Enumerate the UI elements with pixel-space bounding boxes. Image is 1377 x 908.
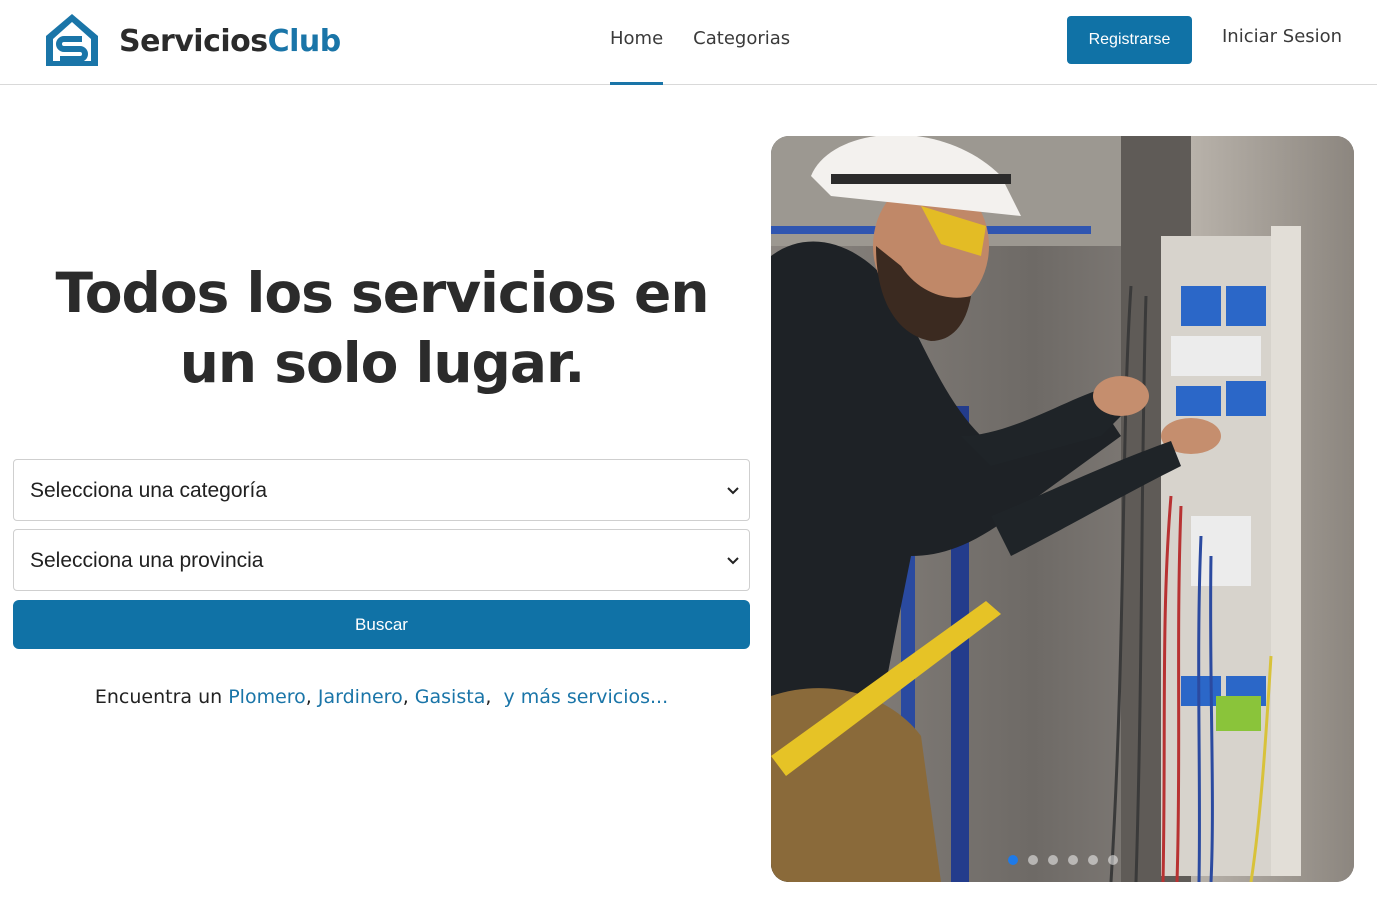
login-link[interactable]: Iniciar Sesion [1222,26,1342,47]
register-button[interactable]: Registrarse [1067,16,1192,64]
chevron-down-icon [727,557,739,565]
hero-title: Todos los servicios en un solo lugar. [55,261,709,395]
category-select-value: Selecciona una categoría [30,479,267,502]
find-prefix: Encuentra un [94,686,223,708]
link-gasista[interactable]: Gasista [415,686,486,708]
find-services-line: Encuentra un Plomero, Jardinero, Gasista… [94,686,669,708]
electrician-photo [771,136,1354,882]
nav-home[interactable]: Home [610,0,664,85]
brand-name: ServiciosClub [119,24,341,59]
brand-name-part1: Servicios [119,23,268,59]
carousel-dot-5[interactable] [1088,855,1098,865]
chevron-down-icon [727,487,739,495]
carousel-dot-1[interactable] [1008,855,1018,865]
category-select[interactable]: Selecciona una categoría [13,459,750,521]
brand-name-part2: Club [267,23,342,59]
link-jardinero[interactable]: Jardinero [318,686,403,708]
main-nav: Home Categorias [610,0,820,85]
nav-categorias[interactable]: Categorias [693,0,790,85]
province-select-value: Selecciona una provincia [30,549,264,572]
carousel-dot-6[interactable] [1108,855,1118,865]
top-navbar: ServiciosClub Home Categorias Registrars… [0,0,1377,85]
province-select[interactable]: Selecciona una provincia [13,529,750,591]
link-plomero[interactable]: Plomero [228,686,306,708]
link-more-services[interactable]: y más servicios... [503,686,668,708]
carousel-dot-4[interactable] [1068,855,1078,865]
house-s-logo-icon [46,14,98,66]
carousel-indicators [1008,855,1128,865]
carousel-dot-3[interactable] [1048,855,1058,865]
search-button[interactable]: Buscar [13,600,750,649]
carousel-dot-2[interactable] [1028,855,1038,865]
brand-logo[interactable]: ServiciosClub [42,12,341,70]
hero-carousel[interactable] [771,136,1354,882]
